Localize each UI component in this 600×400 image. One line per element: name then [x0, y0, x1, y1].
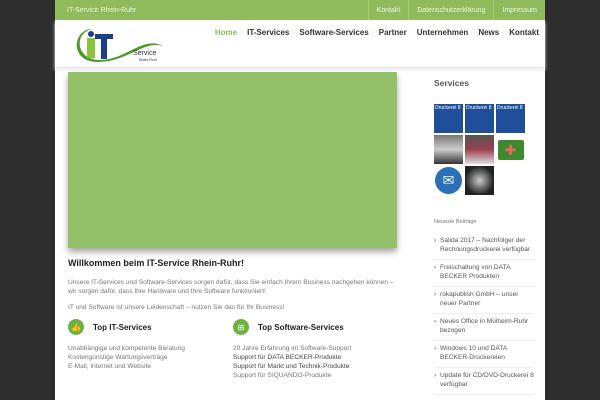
rotary-phone-tile[interactable] — [465, 166, 494, 195]
nav-home[interactable]: Home — [215, 28, 237, 37]
page-title: Willkommen beim IT-Service Rhein-Ruhr! — [68, 258, 244, 268]
top-link-impressum[interactable]: Impressum — [493, 0, 545, 20]
top-bar: IT-Service Rhein-Ruhr Kontakt Datenschut… — [55, 0, 545, 20]
services-gallery: Druckerei 8 Druckerei 8 Druckerei 8 ✚ ✉ — [434, 104, 534, 195]
top-link-datenschutz[interactable]: Datenschutzerklärung — [408, 0, 493, 20]
logo[interactable]: Service Rhein-Ruhr — [73, 24, 168, 64]
photo-tile[interactable] — [465, 135, 494, 164]
first-aid-icon[interactable]: ✚ — [496, 135, 525, 164]
list-item[interactable]: Support für DATA BECKER-Produkte — [233, 353, 398, 362]
header: Service Rhein-Ruhr Home IT-Services Soft… — [55, 20, 545, 68]
tagline-text: IT und Software ist unsere Leidenschaft … — [68, 304, 285, 311]
list-item: Kostengünstige Wartungsverträge — [68, 354, 168, 361]
intro-text: Unsere IT-Services und Software-Services… — [68, 279, 394, 295]
svg-text:Service: Service — [133, 50, 156, 57]
list-item: Support für SIQUANDO-Produkte — [233, 372, 332, 379]
nav-kontakt[interactable]: Kontakt — [509, 28, 539, 37]
recent-posts-title: Neueste Beiträge — [434, 219, 477, 225]
recent-post[interactable]: Neues Office in Mülheim-Ruhr bezogen — [434, 314, 534, 341]
svg-text:Rhein-Ruhr: Rhein-Ruhr — [139, 58, 158, 62]
nav-unternehmen[interactable]: Unternehmen — [417, 28, 469, 37]
list-item: E-Mail, Internet und Website — [68, 363, 152, 370]
recent-post[interactable]: rokapublish GmbH – unser neuer Partner — [434, 287, 534, 314]
hero-slider[interactable] — [68, 72, 397, 248]
column-title: Top IT-Services — [93, 322, 152, 332]
sidebar: Services Druckerei 8 Druckerei 8 Drucker… — [434, 78, 534, 395]
druckerei-tile[interactable]: Druckerei 8 — [496, 104, 525, 133]
portrait-tile[interactable] — [434, 135, 463, 164]
it-services-column: 👍 Top IT-Services Unabhängige und kompete… — [68, 319, 233, 380]
list-item[interactable]: Support für Markt und Technik-Produkte — [233, 362, 398, 371]
druckerei-tile[interactable]: Druckerei 8 — [465, 104, 494, 133]
top-link-kontakt[interactable]: Kontakt — [367, 0, 409, 20]
nav-software-services[interactable]: Software-Services — [299, 28, 368, 37]
list-item: Unabhängige und kompetente Beratung — [68, 345, 185, 352]
sidebar-title: Services — [434, 78, 469, 88]
list-item: 20 Jahre Erfahrung im Software-Support — [233, 345, 352, 352]
windows-icon: ⊞ — [233, 319, 249, 335]
nav-news[interactable]: News — [478, 28, 499, 37]
main-content: Willkommen beim IT-Service Rhein-Ruhr! U… — [68, 258, 398, 380]
recent-post[interactable]: Update für CD/DVD-Druckerei 8 verfügbar — [434, 368, 534, 395]
software-services-column: ⊞ Top Software-Services 20 Jahre Erfahrun… — [233, 319, 398, 380]
nav-partner[interactable]: Partner — [379, 28, 407, 37]
column-title: Top Software-Services — [258, 322, 344, 332]
druckerei-tile[interactable]: Druckerei 8 — [434, 104, 463, 133]
main-nav: Home IT-Services Software-Services Partn… — [215, 28, 539, 37]
thumbs-up-icon: 👍 — [68, 319, 84, 335]
site-name: IT-Service Rhein-Ruhr — [67, 6, 137, 14]
mail-icon[interactable]: ✉ — [434, 166, 463, 195]
recent-post[interactable]: Freischaltung von DATA BECKER Produkten — [434, 260, 534, 287]
page: IT-Service Rhein-Ruhr Kontakt Datenschut… — [55, 0, 545, 400]
recent-post[interactable]: Salida 2017 – Nachfolger der Rechnungsdr… — [434, 233, 534, 260]
nav-it-services[interactable]: IT-Services — [247, 28, 289, 37]
recent-post[interactable]: Windows 10 und DATA BECKER-Druckereien — [434, 341, 534, 368]
